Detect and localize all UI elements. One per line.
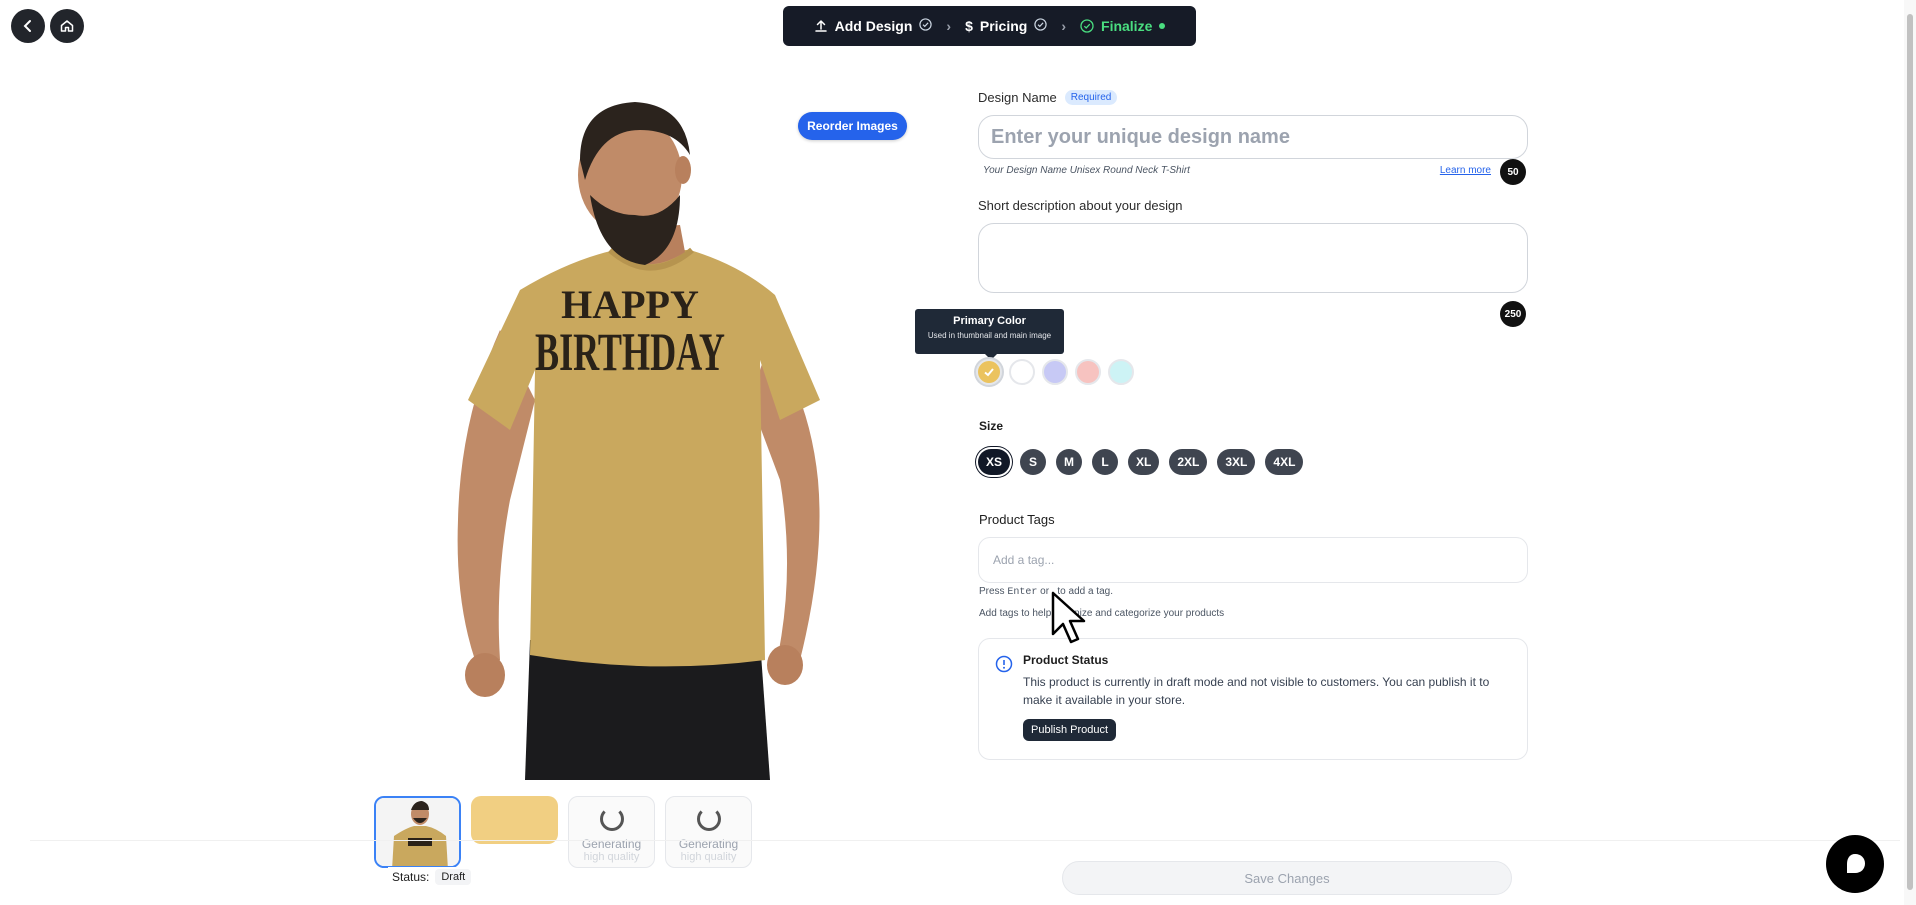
step-add-design[interactable]: Add Design: [814, 18, 933, 34]
home-button[interactable]: [50, 9, 84, 43]
design-name-label: Design Name: [978, 90, 1057, 105]
draft-status: Status: Draft: [388, 867, 476, 887]
footer-divider: [30, 840, 1900, 841]
chevron-left-icon: [23, 20, 31, 32]
tag-help-organize: Add tags to help organize and categorize…: [979, 608, 1225, 619]
loading-spinner-icon: [696, 807, 721, 831]
step-label: Add Design: [834, 18, 913, 34]
size-option-2xl[interactable]: 2XL: [1169, 449, 1208, 475]
size-option-l[interactable]: L: [1092, 449, 1119, 475]
color-swatch-pink[interactable]: [1075, 359, 1101, 385]
product-status-card: Product Status This product is currently…: [978, 638, 1528, 760]
size-option-4xl[interactable]: 4XL: [1265, 449, 1304, 475]
chat-button[interactable]: [1826, 835, 1884, 893]
step-label: Pricing: [979, 18, 1028, 34]
color-swatch-white[interactable]: [1009, 359, 1035, 385]
enter-key: Enter: [1007, 587, 1038, 598]
design-form: Design Name Required Your Design Name Un…: [978, 90, 1528, 298]
check-circle-icon: [1080, 19, 1094, 33]
product-tags-label: Product Tags: [979, 512, 1055, 527]
product-status-title: Product Status: [1023, 653, 1109, 667]
step-label: Finalize: [1101, 18, 1153, 34]
size-option-xl[interactable]: XL: [1128, 449, 1160, 475]
shirt-print-line2: BIRTHDAY: [535, 322, 725, 382]
active-dot: [1159, 23, 1166, 29]
step-pricing[interactable]: $ Pricing: [965, 18, 1048, 34]
step-finalize[interactable]: Finalize: [1080, 18, 1166, 34]
tag-input[interactable]: [978, 537, 1528, 583]
color-swatch-gold[interactable]: [976, 359, 1002, 385]
generating-sub: high quality: [583, 851, 640, 863]
loading-spinner-icon: [599, 807, 624, 831]
design-name-input[interactable]: [978, 115, 1528, 159]
name-char-counter: 50: [1500, 159, 1526, 185]
color-swatch-lavender[interactable]: [1042, 359, 1068, 385]
tag-help-or: or: [1040, 586, 1050, 597]
required-badge: Required: [1064, 90, 1118, 105]
thumbnail-generating: Generating high quality: [568, 796, 655, 868]
tag-help-prefix: Press: [979, 586, 1005, 597]
description-label: Short description about your design: [978, 198, 1183, 213]
scrollbar-thumb[interactable]: [1907, 14, 1913, 890]
upload-icon: [814, 19, 827, 32]
thumbnail-generating: Generating high quality: [665, 796, 752, 868]
check-circle-icon: [1034, 18, 1048, 34]
color-swatch-light-blue[interactable]: [1108, 359, 1134, 385]
design-name-hint-row: Your Design Name Unisex Round Neck T-Shi…: [978, 165, 1528, 176]
thumbnail-color-swatch[interactable]: [471, 796, 558, 844]
chevron-right-icon: ›: [946, 18, 952, 34]
tag-help-enter: Press Enter or , to add a tag.: [979, 586, 1113, 598]
size-label: Size: [979, 419, 1004, 433]
home-icon: [60, 20, 74, 32]
product-status-body: This product is currently in draft mode …: [1023, 675, 1490, 707]
color-picker: [976, 359, 1134, 385]
description-textarea[interactable]: [978, 223, 1528, 293]
thumbnail-image: [376, 798, 459, 866]
page-scrollbar[interactable]: [1904, 0, 1916, 905]
learn-more-link[interactable]: Learn more: [1440, 165, 1491, 176]
save-changes-button[interactable]: Save Changes: [1062, 861, 1512, 895]
description-char-counter: 250: [1500, 301, 1526, 327]
size-selector: XS S M L XL 2XL 3XL 4XL: [978, 449, 1304, 475]
size-option-s[interactable]: S: [1020, 449, 1047, 475]
mouse-cursor-icon: [1051, 591, 1086, 644]
status-label: Status:: [392, 870, 430, 884]
info-icon: [995, 655, 1013, 673]
publish-product-button[interactable]: Publish Product: [1023, 719, 1117, 741]
chat-bubble-icon: [1847, 854, 1865, 873]
thumbnail-main[interactable]: [374, 796, 461, 868]
design-name-label-row: Design Name Required: [978, 90, 1528, 105]
tooltip-subtitle: Used in thumbnail and main image: [927, 331, 1052, 340]
generating-sub: high quality: [680, 851, 737, 863]
dollar-icon: $: [965, 18, 973, 34]
check-icon: [984, 368, 994, 377]
size-option-xs[interactable]: XS: [978, 449, 1011, 475]
size-option-m[interactable]: M: [1056, 449, 1083, 475]
size-option-3xl[interactable]: 3XL: [1217, 449, 1256, 475]
progress-stepper: Add Design › $ Pricing › Finalize: [783, 6, 1196, 46]
design-name-hint: Your Design Name Unisex Round Neck T-Shi…: [983, 165, 1190, 176]
primary-color-tooltip: Primary Color Used in thumbnail and main…: [915, 309, 1064, 360]
chevron-right-icon: ›: [1061, 18, 1067, 34]
image-thumbnails: Generating high quality Generating high …: [374, 796, 752, 868]
reorder-images-button[interactable]: Reorder Images: [798, 112, 907, 140]
check-circle-icon: [919, 18, 933, 34]
product-image: HAPPY BIRTHDAY: [457, 102, 820, 780]
status-badge: Draft: [435, 869, 472, 885]
tooltip-title: Primary Color: [953, 315, 1026, 327]
back-button[interactable]: [11, 9, 45, 43]
shirt-print-line1: HAPPY: [561, 282, 699, 327]
